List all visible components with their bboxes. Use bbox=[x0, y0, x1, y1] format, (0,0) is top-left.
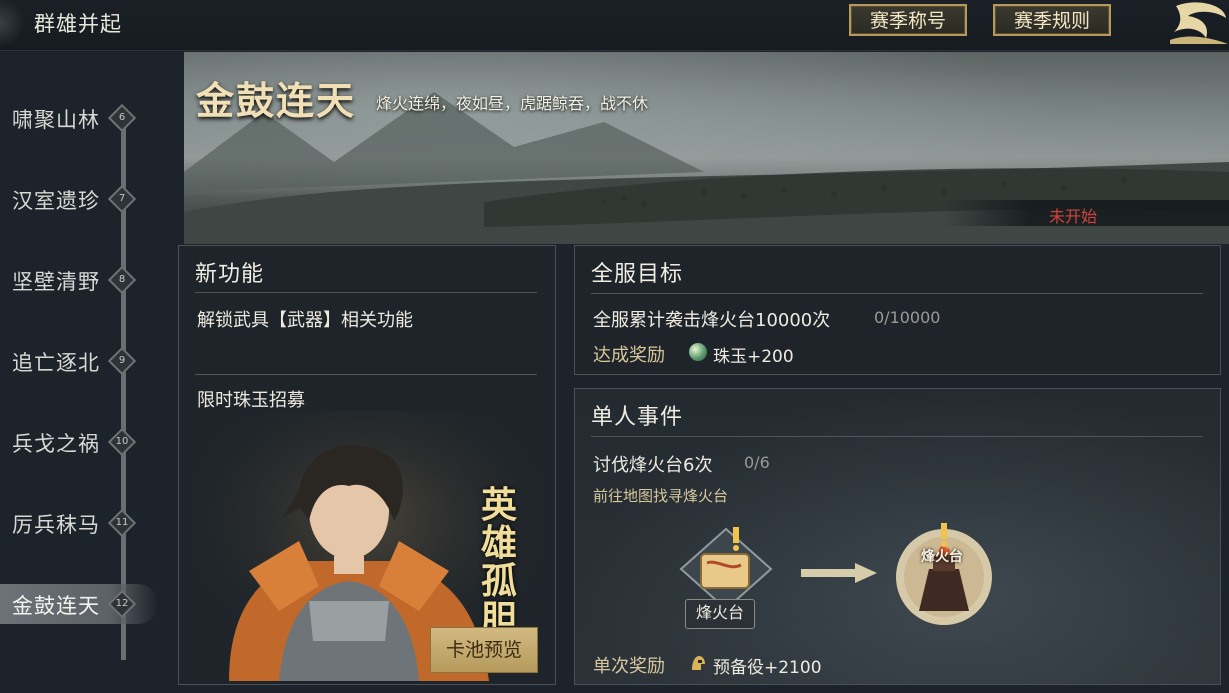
chapter-number-badge: 6 bbox=[107, 103, 137, 133]
sidebar-item-chapter-9[interactable]: 追亡逐北 9 bbox=[0, 341, 170, 381]
ornament-icon bbox=[0, 0, 26, 46]
beacon-tower-icon[interactable] bbox=[889, 519, 999, 629]
chapter-number-badge: 12 bbox=[107, 589, 137, 619]
chapter-number-badge: 9 bbox=[107, 346, 137, 376]
event-task-text: 讨伐烽火台6次 bbox=[593, 455, 713, 476]
chapter-number-badge: 8 bbox=[107, 265, 137, 295]
sidebar-item-chapter-6[interactable]: 啸聚山林 6 bbox=[0, 98, 170, 138]
chapter-number-badge: 10 bbox=[107, 427, 137, 457]
sidebar-item-label: 坚壁清野 bbox=[12, 270, 100, 294]
event-subtitle: 烽火连绵，夜如昼，虎踞鲸吞，战不休 bbox=[376, 94, 649, 113]
pearl-icon bbox=[689, 343, 707, 361]
panel-title: 新功能 bbox=[195, 262, 265, 287]
reward-value: 珠玉+200 bbox=[713, 347, 794, 367]
event-status-text: 未开始 bbox=[1049, 207, 1098, 226]
server-goal-progress: 0/10000 bbox=[874, 308, 941, 327]
divider bbox=[195, 374, 537, 375]
divider bbox=[195, 292, 537, 293]
server-goal-panel: 全服目标 全服累计袭击烽火台10000次 0/10000 达成奖励 珠玉+200 bbox=[574, 245, 1221, 375]
sidebar-item-label: 汉室遗珍 bbox=[12, 189, 100, 213]
panel-title: 全服目标 bbox=[591, 262, 684, 287]
reward-label: 达成奖励 bbox=[593, 345, 665, 366]
event-task-progress: 0/6 bbox=[744, 453, 770, 472]
feature-unlock-text: 解锁武具【武器】相关功能 bbox=[197, 310, 413, 331]
event-title: 金鼓连天 bbox=[196, 78, 357, 123]
divider bbox=[591, 436, 1203, 437]
sidebar-item-label: 啸聚山林 bbox=[12, 108, 100, 132]
helmet-icon bbox=[692, 656, 705, 670]
chapter-number-badge: 11 bbox=[107, 508, 137, 538]
page-title: 群雄并起 bbox=[34, 12, 122, 36]
reward-label: 单次奖励 bbox=[593, 656, 665, 677]
sidebar-item-chapter-7[interactable]: 汉室遗珍 7 bbox=[0, 179, 170, 219]
sidebar-item-chapter-11[interactable]: 厉兵秣马 11 bbox=[0, 503, 170, 543]
hero-calligraphy-text: 英雄孤胆 bbox=[481, 484, 518, 640]
sidebar-item-label: 金鼓连天 bbox=[12, 594, 100, 618]
chapter-number-badge: 7 bbox=[107, 184, 137, 214]
server-goal-text: 全服累计袭击烽火台10000次 bbox=[593, 310, 831, 331]
single-event-panel: 单人事件 讨伐烽火台6次 0/6 前往地图找寻烽火台 烽火台 烽火台 单次奖励 … bbox=[574, 388, 1221, 685]
dragon-emblem-icon bbox=[1170, 2, 1228, 44]
new-features-panel: 新功能 解锁武具【武器】相关功能 限时珠玉招募 英雄孤胆 卡池预览 bbox=[178, 245, 556, 685]
reward-value: 预备役+2100 bbox=[713, 658, 822, 678]
arrow-right-icon bbox=[801, 563, 877, 583]
sidebar-item-chapter-12[interactable]: 金鼓连天 12 bbox=[0, 584, 158, 624]
sidebar-item-label: 追亡逐北 bbox=[12, 351, 100, 375]
season-rules-button[interactable]: 赛季规则 bbox=[993, 4, 1111, 36]
event-hint-text: 前往地图找寻烽火台 bbox=[593, 487, 729, 505]
pool-preview-button[interactable]: 卡池预览 bbox=[430, 627, 538, 673]
sidebar-item-label: 厉兵秣马 bbox=[12, 513, 100, 537]
divider bbox=[591, 293, 1203, 294]
map-node-label: 烽火台 bbox=[685, 599, 755, 629]
sidebar-item-label: 兵戈之祸 bbox=[12, 432, 100, 456]
top-bar: 群雄并起 赛季称号 赛季规则 bbox=[0, 0, 1229, 51]
sidebar-item-chapter-10[interactable]: 兵戈之祸 10 bbox=[0, 422, 170, 462]
feature-recruit-text: 限时珠玉招募 bbox=[197, 390, 305, 411]
chapter-sidebar: 啸聚山林 6 汉室遗珍 7 坚壁清野 8 追亡逐北 9 兵戈之祸 10 厉兵秣马… bbox=[0, 50, 170, 693]
sidebar-item-chapter-8[interactable]: 坚壁清野 8 bbox=[0, 260, 170, 300]
panel-title: 单人事件 bbox=[591, 405, 684, 430]
beacon-tower-label: 烽火台 bbox=[921, 549, 963, 565]
event-banner: 金鼓连天 烽火连绵，夜如昼，虎踞鲸吞，战不休 未开始 bbox=[184, 52, 1229, 244]
season-title-button[interactable]: 赛季称号 bbox=[849, 4, 967, 36]
